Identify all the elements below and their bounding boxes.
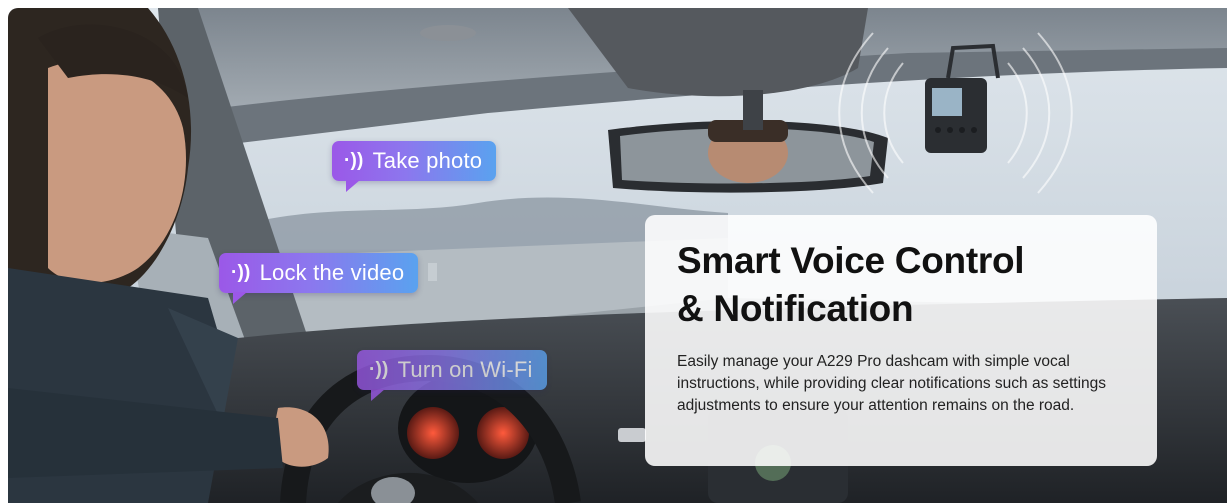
voice-command-bubble-wifi: ·)) Turn on Wi-Fi [357,350,547,401]
feature-title: Smart Voice Control & Notification [677,237,1133,333]
bubble-label: Take photo [372,148,483,173]
feature-description: Easily manage your A229 Pro dashcam with… [677,353,1107,414]
feature-title-line-1: Smart Voice Control [677,240,1025,281]
feature-title-line-2: & Notification [677,288,914,329]
bubble-label: Lock the video [259,260,405,285]
voice-command-bubble-lock-video: ·)) Lock the video [219,253,419,304]
voice-wave-icon: ·)) [344,150,364,171]
voice-command-bubble-take-photo: ·)) Take photo [332,141,497,192]
voice-wave-icon: ·)) [231,262,251,283]
bubble-label: Turn on Wi-Fi [397,357,533,382]
feature-info-panel: Smart Voice Control & Notification Easil… [645,215,1157,466]
hero-banner: ·)) Take photo ·)) Lock the video ·)) Tu… [8,8,1227,503]
voice-wave-icon: ·)) [369,359,389,380]
